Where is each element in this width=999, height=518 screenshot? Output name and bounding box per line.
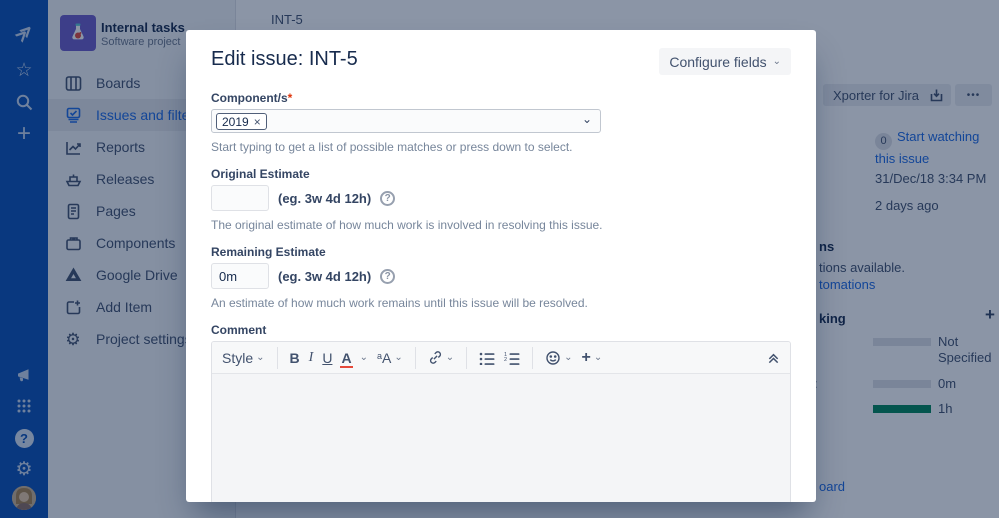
estimate-example: (eg. 3w 4d 12h) (278, 269, 371, 284)
required-asterisk: * (288, 91, 293, 105)
numbered-list-button[interactable]: 12 (504, 351, 520, 365)
remaining-estimate-input[interactable] (211, 263, 269, 289)
svg-text:2: 2 (504, 357, 507, 363)
text-size-dropdown[interactable]: aA⌄ (377, 350, 403, 366)
component-select[interactable]: 2019 × ⌄ (211, 109, 601, 133)
original-estimate-input[interactable] (211, 185, 269, 211)
bold-button[interactable]: B (290, 350, 300, 366)
original-estimate-help: The original estimate of how much work i… (211, 218, 791, 232)
component-help-text: Start typing to get a list of possible m… (211, 140, 791, 154)
comment-input[interactable] (212, 374, 790, 502)
emoji-dropdown[interactable]: ⌄ (545, 350, 572, 366)
chip-remove-icon[interactable]: × (254, 115, 261, 129)
bullet-list-button[interactable] (479, 351, 495, 365)
italic-button[interactable]: I (309, 350, 314, 366)
insert-dropdown[interactable]: +⌄ (581, 349, 602, 367)
dialog-title: Edit issue: INT-5 (211, 48, 358, 71)
underline-button[interactable]: U (322, 350, 332, 366)
configure-fields-button[interactable]: Configure fields ⌄ (659, 48, 791, 75)
edit-issue-dialog: Edit issue: INT-5 Configure fields ⌄ Com… (186, 30, 816, 502)
comment-editor: Style⌄ B I U A⌄ aA⌄ ⌄ 12 (211, 341, 791, 502)
link-dropdown[interactable]: ⌄ (428, 350, 454, 365)
text-color-dropdown[interactable]: A⌄ (341, 350, 368, 366)
collapse-toolbar-icon[interactable] (767, 351, 780, 364)
component-label: Component/s* (211, 91, 791, 105)
component-chip: 2019 × (216, 113, 267, 130)
original-estimate-label: Original Estimate (211, 167, 791, 181)
chevron-down-icon[interactable]: ⌄ (582, 112, 592, 126)
help-question-icon[interactable]: ? (380, 269, 395, 284)
style-dropdown[interactable]: Style⌄ (222, 350, 265, 366)
chevron-down-icon: ⌄ (773, 57, 781, 67)
help-question-icon[interactable]: ? (380, 191, 395, 206)
jira-app: ≫ ☆ + ? ⚙ Internal tasks Software projec… (0, 0, 999, 518)
estimate-example: (eg. 3w 4d 12h) (278, 191, 371, 206)
remaining-estimate-label: Remaining Estimate (211, 245, 791, 259)
editor-toolbar: Style⌄ B I U A⌄ aA⌄ ⌄ 12 (212, 342, 790, 374)
remaining-estimate-help: An estimate of how much work remains unt… (211, 296, 791, 310)
comment-label: Comment (211, 323, 791, 337)
